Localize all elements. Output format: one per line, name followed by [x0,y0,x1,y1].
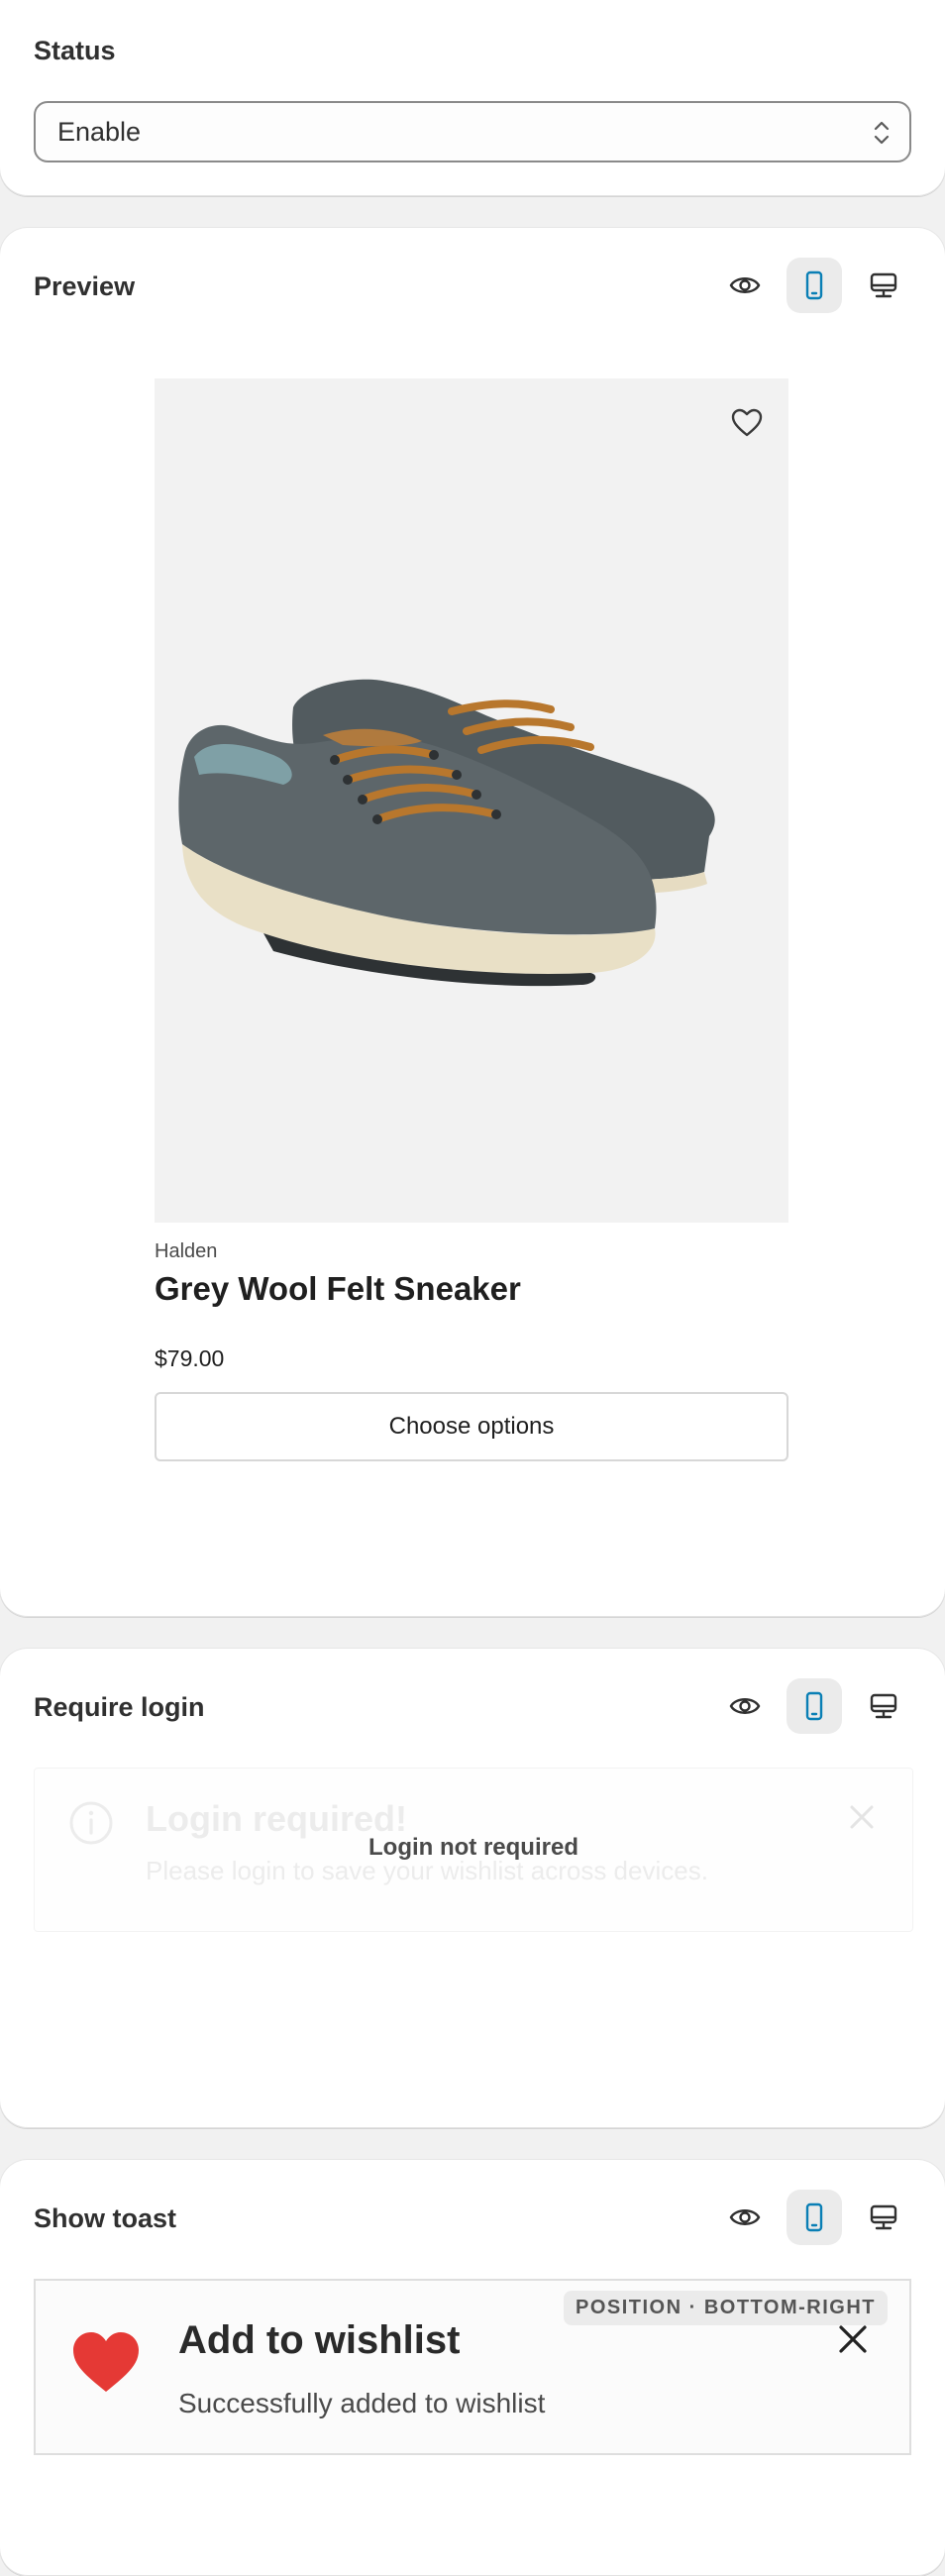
status-select-value: Enable [57,116,142,147]
status-select[interactable]: Enable [34,101,911,162]
show-toast-title: Show toast [34,2203,177,2233]
desktop-icon[interactable] [856,2190,911,2245]
select-chevrons-icon [872,118,892,155]
desktop-icon[interactable] [856,258,911,313]
status-title: Status [34,36,116,65]
status-card: Status Enable [0,0,945,196]
close-icon[interactable] [849,1804,875,1835]
choose-options-button[interactable]: Choose options [155,1392,788,1461]
toast-title: Add to wishlist [178,2318,461,2362]
product-price: $79.00 [155,1345,225,1371]
mobile-icon[interactable] [787,258,842,313]
product-image[interactable] [155,378,788,1223]
require-login-card: Require login Login required! Please log… [0,1649,945,2128]
preview-view-toggle [717,258,911,313]
close-icon[interactable] [838,2324,868,2359]
login-view-toggle [717,1678,911,1734]
eye-icon[interactable] [717,1678,773,1734]
mobile-icon[interactable] [787,2190,842,2245]
preview-title: Preview [34,271,136,301]
sneaker-illustration [178,679,715,987]
require-login-title: Require login [34,1692,205,1722]
login-not-required-label: Login not required [368,1834,578,1861]
wishlist-toast: Add to wishlist Successfully added to wi… [34,2279,911,2455]
heart-filled-icon [71,2330,141,2399]
eye-icon[interactable] [717,2190,773,2245]
toast-view-toggle [717,2190,911,2245]
position-badge: POSITION · BOTTOM-RIGHT [563,2291,888,2325]
preview-card: Preview Halden Grey Wool Felt Sneaker $7… [0,228,945,1617]
show-toast-card: Show toast Add to wishlist Successfully … [0,2160,945,2576]
mobile-icon[interactable] [787,1678,842,1734]
toast-message: Successfully added to wishlist [178,2388,546,2418]
login-required-banner: Login required! Please login to save you… [34,1768,913,1932]
desktop-icon[interactable] [856,1678,911,1734]
eye-icon[interactable] [717,258,773,313]
product-vendor: Halden [155,1240,218,1262]
product-title[interactable]: Grey Wool Felt Sneaker [155,1270,521,1308]
